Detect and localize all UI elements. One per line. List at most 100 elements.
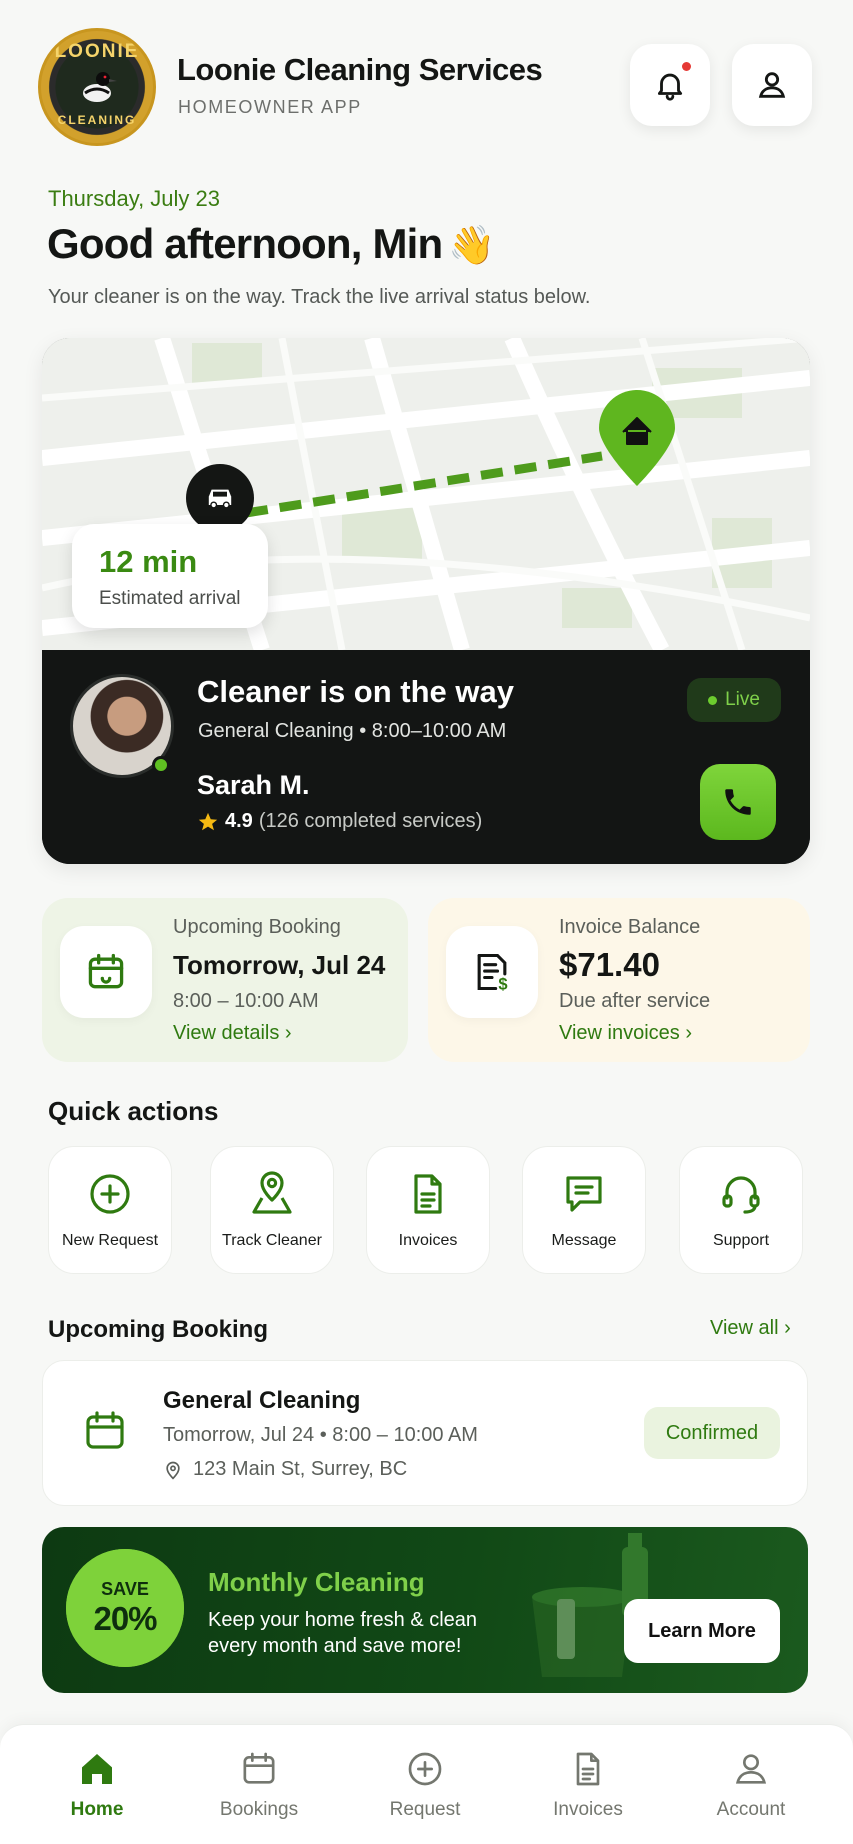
greeting-headline: Good afternoon, Min 👋 xyxy=(47,220,496,268)
quick-action-label: Track Cleaner xyxy=(222,1232,322,1249)
nav-home[interactable]: Home xyxy=(27,1749,167,1821)
wave-emoji: 👋 xyxy=(448,225,495,267)
services-count: (126 completed services) xyxy=(258,810,483,832)
quick-action-label: Message xyxy=(551,1232,617,1249)
profile-button[interactable] xyxy=(732,44,812,126)
invoice-balance-card[interactable]: $ Invoice Balance $71.40 Due after servi… xyxy=(428,898,810,1062)
discount-label: SAVE xyxy=(101,1578,149,1599)
logo-text-top: LOONIE xyxy=(54,41,140,62)
greeting-message: Your cleaner is on the way. Track the li… xyxy=(48,286,591,308)
live-map[interactable]: 12 min Estimated arrival xyxy=(42,338,810,654)
live-tracking-card: 12 min Estimated arrival Cleaner is on t… xyxy=(42,338,810,864)
status-title: Cleaner is on the way xyxy=(197,674,514,709)
cleaner-name: Sarah M. xyxy=(197,770,310,800)
booking-card-label: Upcoming Booking xyxy=(173,916,341,938)
brand-logo: LOONIE CLEANING xyxy=(38,28,156,146)
live-badge: Live xyxy=(687,678,781,722)
quick-action-support[interactable]: Support xyxy=(679,1146,803,1274)
rating-value: 4.9 xyxy=(225,810,253,832)
phone-icon xyxy=(725,789,751,815)
cleaner-location-marker[interactable] xyxy=(186,464,254,532)
bottom-navigation: Home Bookings Request Invoices Account xyxy=(0,1724,853,1844)
nav-label: Bookings xyxy=(219,1799,299,1820)
document-icon xyxy=(576,1752,600,1786)
promo-title: Monthly Cleaning xyxy=(208,1567,425,1597)
view-invoices-link[interactable]: View invoices › xyxy=(559,1022,692,1045)
quick-action-new-request[interactable]: New Request xyxy=(48,1146,172,1274)
invoice-dollar-icon: $ xyxy=(477,953,508,993)
booking-time: Tomorrow, Jul 24 • 8:00 – 10:00 AM xyxy=(163,1424,478,1446)
home-icon xyxy=(82,1754,112,1784)
upcoming-section-title: Upcoming Booking xyxy=(48,1316,268,1343)
star-icon xyxy=(198,812,218,830)
learn-more-button[interactable]: Learn More xyxy=(624,1599,780,1663)
booking-service: General Cleaning xyxy=(163,1387,361,1414)
app-title: Loonie Cleaning Services xyxy=(177,52,543,87)
booking-icon-box xyxy=(60,926,152,1018)
calendar-icon xyxy=(243,1752,275,1784)
quick-actions-title: Quick actions xyxy=(48,1096,219,1126)
live-label: Live xyxy=(725,689,760,710)
chat-icon xyxy=(566,1176,602,1212)
notifications-button[interactable] xyxy=(630,44,710,126)
eta-value: 12 min xyxy=(99,544,198,579)
booking-list-item[interactable]: General Cleaning Tomorrow, Jul 24 • 8:00… xyxy=(42,1360,808,1506)
nav-label: Request xyxy=(389,1799,461,1820)
nav-request[interactable]: Request xyxy=(355,1749,495,1821)
quick-action-label: Support xyxy=(712,1232,770,1249)
greeting-text: Good afternoon, Min xyxy=(47,220,443,267)
plus-circle-icon xyxy=(408,1752,442,1786)
loon-icon xyxy=(83,72,117,102)
bell-icon xyxy=(657,73,683,101)
view-all-link[interactable]: View all › xyxy=(710,1317,791,1340)
nav-label: Invoices xyxy=(553,1799,623,1820)
nav-label: Home xyxy=(70,1799,124,1820)
document-icon xyxy=(414,1174,442,1214)
quick-action-label: New Request xyxy=(61,1232,159,1249)
location-pin-icon xyxy=(166,1461,180,1479)
notification-dot xyxy=(682,62,691,71)
nav-label: Account xyxy=(716,1799,786,1820)
app-subtitle: HOMEOWNER APP xyxy=(178,97,362,117)
car-icon xyxy=(208,489,232,509)
cleaner-rating: 4.9 (126 completed services) xyxy=(197,810,482,833)
calendar-icon xyxy=(86,1411,124,1449)
calendar-icon xyxy=(88,953,124,989)
online-indicator xyxy=(152,756,170,774)
quick-action-message[interactable]: Message xyxy=(522,1146,646,1274)
eta-label: Estimated arrival xyxy=(99,588,241,609)
svg-text:$: $ xyxy=(498,975,507,993)
plus-circle-icon xyxy=(90,1174,130,1214)
home-location-marker[interactable] xyxy=(597,390,677,488)
invoice-card-label: Invoice Balance xyxy=(559,916,701,938)
invoice-amount: $71.40 xyxy=(559,946,660,983)
user-icon xyxy=(758,72,786,98)
call-cleaner-button[interactable] xyxy=(700,764,776,840)
discount-percent: 20% xyxy=(93,1599,157,1637)
nav-bookings[interactable]: Bookings xyxy=(189,1749,329,1821)
quick-action-label: Invoices xyxy=(398,1232,458,1249)
booking-address-text: 123 Main St, Surrey, BC xyxy=(193,1458,408,1480)
invoice-icon-box: $ xyxy=(446,926,538,1018)
quick-action-invoices[interactable]: Invoices xyxy=(366,1146,490,1274)
booking-card-time: 8:00 – 10:00 AM xyxy=(173,990,319,1012)
headset-icon xyxy=(722,1176,760,1214)
eta-card: 12 min Estimated arrival xyxy=(72,524,268,628)
cleaner-status-panel: Cleaner is on the way General Cleaning •… xyxy=(42,650,810,864)
status-badge: Confirmed xyxy=(644,1407,780,1459)
nav-account[interactable]: Account xyxy=(681,1749,821,1821)
promo-banner[interactable]: SAVE 20% Monthly Cleaning Keep your home… xyxy=(42,1527,808,1693)
map-pin-icon xyxy=(252,1171,292,1214)
quick-action-track-cleaner[interactable]: Track Cleaner xyxy=(210,1146,334,1274)
current-date: Thursday, July 23 xyxy=(48,186,221,211)
logo-text-bottom: CLEANING xyxy=(57,113,137,127)
booking-card-date: Tomorrow, Jul 24 xyxy=(173,950,386,980)
booking-address: 123 Main St, Surrey, BC xyxy=(163,1458,407,1481)
service-time: General Cleaning • 8:00–10:00 AM xyxy=(198,720,507,742)
invoice-note: Due after service xyxy=(559,990,711,1012)
discount-badge: SAVE 20% xyxy=(66,1549,184,1667)
upcoming-booking-card[interactable]: Upcoming Booking Tomorrow, Jul 24 8:00 –… xyxy=(42,898,408,1062)
nav-invoices[interactable]: Invoices xyxy=(518,1749,658,1821)
view-details-link[interactable]: View details › xyxy=(173,1022,292,1045)
promo-text: Keep your home fresh & clean every month… xyxy=(208,1609,478,1657)
